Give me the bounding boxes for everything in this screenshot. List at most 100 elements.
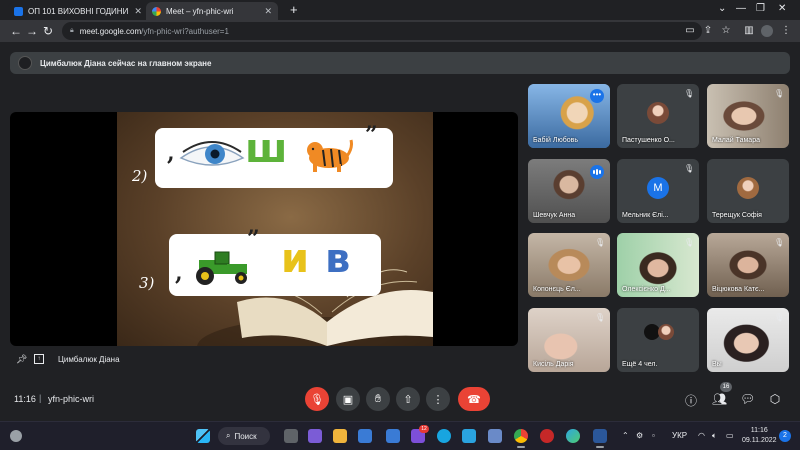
eye-picture-icon [179,141,245,166]
meet-favicon-icon [152,6,161,16]
word-icon[interactable] [593,429,607,448]
viber-unread-badge: 12 [419,425,429,433]
notification-badge[interactable]: 2 [779,430,791,442]
tab-meet[interactable]: Meet – yfn-phic-wri ✕ [146,2,278,20]
participant-avatar [647,102,669,124]
mic-off-icon: 🎙︎ [684,238,695,247]
task-view-icon[interactable] [284,429,298,443]
participant-avatar: M [647,177,669,199]
url-input[interactable]: 🔒︎ meet.google.com/yfn-phic-wri?authuser… [62,22,702,40]
participant-name: Шевчук Анна [533,212,576,219]
open-quote-2: , [175,260,183,286]
store-icon[interactable] [358,429,372,443]
presenter-name: Цимбалюк Діана [58,354,120,364]
people-icon[interactable]: 👥︎ [712,392,727,406]
clock-time: 11:16 [750,427,768,434]
participant-tile[interactable]: 🎙︎ Пастушенко О... [617,84,699,148]
back-icon[interactable]: ← [10,24,22,38]
language-indicator[interactable]: УКР [672,431,687,440]
photos-icon[interactable] [488,429,502,443]
activities-icon[interactable]: ⬡ [768,392,782,406]
present-screen-icon[interactable]: ↑ [34,354,44,364]
raise-hand-button[interactable]: ✋︎ [366,387,390,411]
skype-icon[interactable] [437,429,451,443]
leave-call-button[interactable]: ☎︎ [458,387,490,411]
edge-icon[interactable] [566,429,580,443]
teams-chat-icon[interactable] [308,429,322,443]
participant-name: Вы [712,361,722,368]
meeting-code: yfn-phic-wri [48,394,95,404]
mail-icon[interactable] [386,429,400,443]
participant-name: Копонєць Єл... [533,286,581,293]
close-window-icon[interactable]: ✕ [778,3,786,14]
tab-classroom[interactable]: ОП 101 ВИХОВНІ ГОДИНИ ✕ [8,2,144,20]
mic-off-icon: 🎙︎ [774,89,785,98]
participant-tile[interactable]: ••• Бабій Любовь [528,84,610,148]
chat-icon[interactable]: 💬︎ [740,392,755,406]
menu-kebab-icon[interactable]: ⋮ [780,25,792,37]
side-panel-icon[interactable]: ▥ [743,25,755,37]
presenter-label: 📌︎ ↑ Цимбалюк Діана [16,354,120,364]
hand-icon: ✋︎ [374,392,382,405]
profile-avatar-icon[interactable] [761,25,773,37]
participant-tile[interactable]: 🎙︎ Малай Тамара [707,84,789,148]
participant-tile[interactable]: 🎙︎ Копонєць Єл... [528,233,610,297]
taskbar-search[interactable]: ⌕ Поиск [218,427,270,445]
participant-tile[interactable]: Ещё 4 чел. [617,308,699,372]
participant-tile-self[interactable]: 🎙︎ Вы [707,308,789,372]
meeting-info-icon[interactable]: ⓘ [684,392,698,409]
close-quote-1: ” [365,122,378,148]
tab-close-icon[interactable]: ✕ [258,6,272,17]
participant-tile[interactable]: Шевчук Анна [528,159,610,223]
weather-icon[interactable] [10,430,22,442]
shared-slide: 2) , ш ” 3) , ” и в [117,112,433,346]
reload-icon[interactable]: ↻ [43,24,53,38]
restore-icon[interactable]: ❐ [756,3,765,14]
participant-tile[interactable]: 🎙︎ Кисіль Дарія [528,308,610,372]
mic-off-icon: 🎙︎ [595,238,606,247]
participant-name: Пастушенко О... [622,137,675,144]
mic-off-icon: 🎙︎ [684,164,695,173]
meeting-controls-bar: 11:16 | yfn-phic-wri 🎙︎ ▣ ✋︎ ⇧ ⋮ ☎︎ ⓘ 👥︎… [0,382,800,416]
start-windows-icon[interactable] [196,429,210,443]
windows-taskbar: ⌕ Поиск 12 ⌃ ⚙︎ ▫ УКР ◠ 🔈︎ ▭ 11:16 09.11… [0,421,800,450]
tab-search-icon[interactable]: ⌄ [718,3,726,14]
record-icon[interactable] [540,429,554,443]
file-explorer-icon[interactable] [333,429,347,443]
camera-in-use-icon[interactable]: ▭ [684,25,696,37]
volume-icon[interactable]: 🔈︎ [712,431,717,441]
mic-off-icon: 🎙︎ [774,313,785,322]
people-count-badge: 16 [720,382,732,392]
share-icon[interactable]: ⇪ [702,25,714,37]
keyboard-settings-icon[interactable]: ⚙︎ [636,431,643,440]
participant-name: Кисіль Дарія [533,361,574,368]
participant-avatar [658,324,674,340]
camera-toggle-button[interactable]: ▣ [336,387,360,411]
participant-tile[interactable]: 🎙︎ Віцюкова Катє... [707,233,789,297]
open-quote-1: , [167,140,175,166]
chrome-icon[interactable] [514,429,528,448]
participant-tile[interactable]: Терещук Софія [707,159,789,223]
bookmark-star-icon[interactable]: ☆ [720,25,732,37]
tray-app-icon[interactable]: ▫ [652,431,655,440]
mic-toggle-button[interactable]: 🎙︎ [305,387,329,411]
battery-icon[interactable]: ▭ [726,431,734,440]
close-quote-2: ” [247,226,260,252]
classroom-favicon-icon [14,6,23,16]
present-icon: ⇧ [403,393,413,406]
participant-tile[interactable]: M 🎙︎ Мельник Єлі... [617,159,699,223]
present-button[interactable]: ⇧ [396,387,420,411]
tray-chevron-icon[interactable]: ⌃ [622,431,629,440]
row-number-3: 3) [139,274,155,292]
minimize-icon[interactable]: — [736,3,746,14]
tab-close-icon[interactable]: ✕ [128,6,142,17]
forward-icon[interactable]: → [26,24,38,38]
more-options-icon[interactable]: ••• [590,89,604,103]
new-tab-button[interactable]: + [290,2,298,17]
system-clock[interactable]: 11:16 09.11.2022 [742,426,777,446]
more-options-button[interactable]: ⋮ [426,387,450,411]
wifi-icon[interactable]: ◠ [698,431,705,440]
participant-tile[interactable]: 🎙︎ Олексієнко Д... [617,233,699,297]
telegram-icon[interactable] [462,429,476,443]
pin-icon[interactable]: 📌︎ [16,354,27,364]
